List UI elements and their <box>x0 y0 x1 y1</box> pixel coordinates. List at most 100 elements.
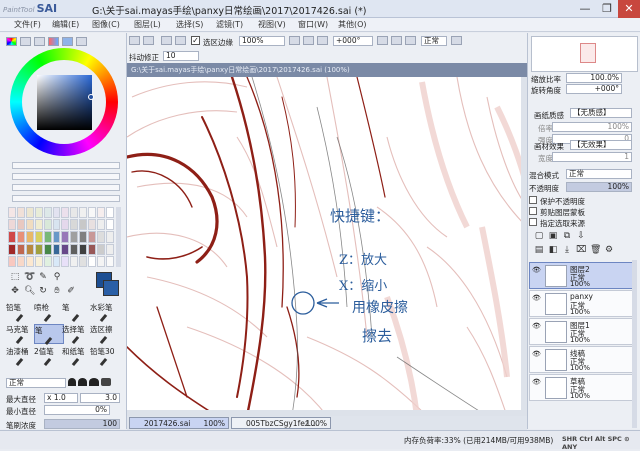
brush-slot[interactable]: 选择笔 <box>62 324 92 345</box>
color-swatch[interactable] <box>61 219 70 231</box>
brush-slot[interactable]: 和纸笔 <box>62 346 92 367</box>
close-button[interactable]: ✕ <box>618 0 640 18</box>
color-swatch[interactable] <box>61 207 70 219</box>
layer-row[interactable]: 👁︎ 线稿 正常 100% <box>529 346 637 373</box>
merge-down-icon[interactable]: ⇩ <box>576 231 586 241</box>
color-swatch[interactable] <box>52 243 61 255</box>
eyedropper-icon[interactable]: ⚲ <box>52 272 62 282</box>
eye-icon[interactable]: 👁︎ <box>532 266 542 274</box>
color-swatch[interactable] <box>34 231 43 243</box>
color-swatch[interactable] <box>43 231 52 243</box>
zoom-reset-icon[interactable] <box>317 36 328 45</box>
color-swatch[interactable] <box>88 219 97 231</box>
delete-layer-icon[interactable]: 🗑︎ <box>590 245 601 255</box>
color-swatch[interactable] <box>16 207 25 219</box>
color-swatch[interactable] <box>70 255 79 267</box>
stabilizer-select[interactable]: 10 <box>163 51 199 61</box>
color-swatch[interactable] <box>52 207 61 219</box>
brush-blend-select[interactable]: 正常 <box>6 378 66 388</box>
color-swatch[interactable] <box>25 207 34 219</box>
color-swatch[interactable] <box>79 255 88 267</box>
color-swatch[interactable] <box>16 219 25 231</box>
menu-other[interactable]: 其他(O) <box>338 19 367 30</box>
min-diameter-value[interactable]: 0% <box>44 405 110 415</box>
color-swatch[interactable] <box>8 255 16 267</box>
selection-edge-checkbox[interactable]: ✓ <box>191 36 200 45</box>
color-swatch[interactable] <box>61 255 70 267</box>
restore-button[interactable]: ❐ <box>596 0 618 18</box>
layer-row[interactable]: 👁︎ 图层2 正常 100% <box>529 262 637 289</box>
navigator-preview[interactable] <box>531 36 638 72</box>
color-swatch[interactable] <box>25 243 34 255</box>
color-swatch[interactable] <box>70 207 79 219</box>
menu-layer[interactable]: 图层(L) <box>134 19 161 30</box>
color-swatch[interactable] <box>52 255 61 267</box>
color-swatch[interactable] <box>70 243 79 255</box>
color-swatch[interactable] <box>61 231 70 243</box>
color-swatch[interactable] <box>97 243 106 255</box>
texture-scale-value[interactable]: 100% <box>552 122 632 132</box>
texture-select[interactable]: 【无质感】 <box>570 108 632 118</box>
layer-row[interactable]: 👁︎ 图层1 正常 100% <box>529 318 637 345</box>
brush-slot[interactable]: 水彩笔 <box>90 302 120 323</box>
rgb-slider-mode-icon[interactable] <box>20 37 31 46</box>
layer-blend-select[interactable]: 正常 <box>566 169 632 179</box>
eye-icon[interactable]: 👁︎ <box>532 350 542 358</box>
color-swatch[interactable] <box>106 207 114 219</box>
color-swatch[interactable] <box>61 243 70 255</box>
color-swatch[interactable] <box>16 255 25 267</box>
mask-icon[interactable]: ◧ <box>548 245 558 255</box>
brush-slot[interactable]: 铅笔 <box>6 302 36 323</box>
brush-slot[interactable]: 铅笔30 <box>90 346 120 367</box>
color-swatch[interactable] <box>34 219 43 231</box>
color-swatch[interactable] <box>106 219 114 231</box>
zoom-out-icon[interactable] <box>303 36 314 45</box>
color-swatch-grid[interactable] <box>8 207 114 267</box>
hide-selection-icon[interactable] <box>175 36 186 45</box>
layer-settings-icon[interactable]: ⚙︎ <box>604 245 614 255</box>
protect-opacity-checkbox[interactable] <box>529 196 537 204</box>
color-wheel-mode-icon[interactable] <box>6 37 17 46</box>
color-swatch[interactable] <box>43 255 52 267</box>
clipping-mask-checkbox[interactable] <box>529 207 537 215</box>
eyedropper-icon-2[interactable]: ✐ <box>66 286 76 296</box>
mix-mode-icon[interactable] <box>48 37 59 46</box>
invert-selection-icon[interactable] <box>161 36 172 45</box>
color-swatch[interactable] <box>97 231 106 243</box>
color-swatch[interactable] <box>34 243 43 255</box>
move-icon[interactable]: ✥ <box>10 286 20 296</box>
layer-opacity-slider[interactable]: 100% <box>566 182 632 192</box>
color-slider-3[interactable] <box>12 184 120 191</box>
color-swatch[interactable] <box>25 231 34 243</box>
color-swatch[interactable] <box>25 255 34 267</box>
eye-icon[interactable]: 👁︎ <box>532 322 542 330</box>
color-swatch[interactable] <box>25 219 34 231</box>
eye-icon[interactable]: 👁︎ <box>532 294 542 302</box>
secondary-color-swatch[interactable] <box>103 280 119 296</box>
nav-zoom-value[interactable]: 100.0% <box>566 73 622 83</box>
color-swatch[interactable] <box>43 243 52 255</box>
color-swatch[interactable] <box>8 207 16 219</box>
rotate-icon[interactable]: ↻ <box>38 286 48 296</box>
rotate-reset-icon[interactable] <box>405 36 416 45</box>
brush-shape-flat-icon[interactable] <box>89 378 99 386</box>
doc-tab-2[interactable]: 005TbzCSgy1fez... 100% <box>231 417 331 429</box>
color-swatch[interactable] <box>52 231 61 243</box>
brush-slot[interactable]: 2值笔 <box>34 346 64 367</box>
rotation-select[interactable]: +000° <box>333 36 373 46</box>
new-linework-layer-icon[interactable]: ▤ <box>534 245 544 255</box>
color-slider-2[interactable] <box>12 173 120 180</box>
color-swatch[interactable] <box>8 219 16 231</box>
color-swatch[interactable] <box>88 255 97 267</box>
lasso-icon[interactable]: ➰ <box>24 272 35 282</box>
new-layer-icon[interactable]: ▢ <box>534 231 544 241</box>
saturation-value-square[interactable] <box>37 75 92 130</box>
color-swatch[interactable] <box>106 255 114 267</box>
doc-tab-1[interactable]: 2017426.sai 100% <box>129 417 229 429</box>
new-folder-icon[interactable]: ▣ <box>548 231 558 241</box>
menu-select[interactable]: 选择(S) <box>176 19 203 30</box>
density-slider[interactable]: 100 <box>44 419 120 429</box>
clear-layer-icon[interactable]: ⌧ <box>576 245 586 255</box>
color-swatch[interactable] <box>34 255 43 267</box>
menu-window[interactable]: 窗口(W) <box>298 19 328 30</box>
